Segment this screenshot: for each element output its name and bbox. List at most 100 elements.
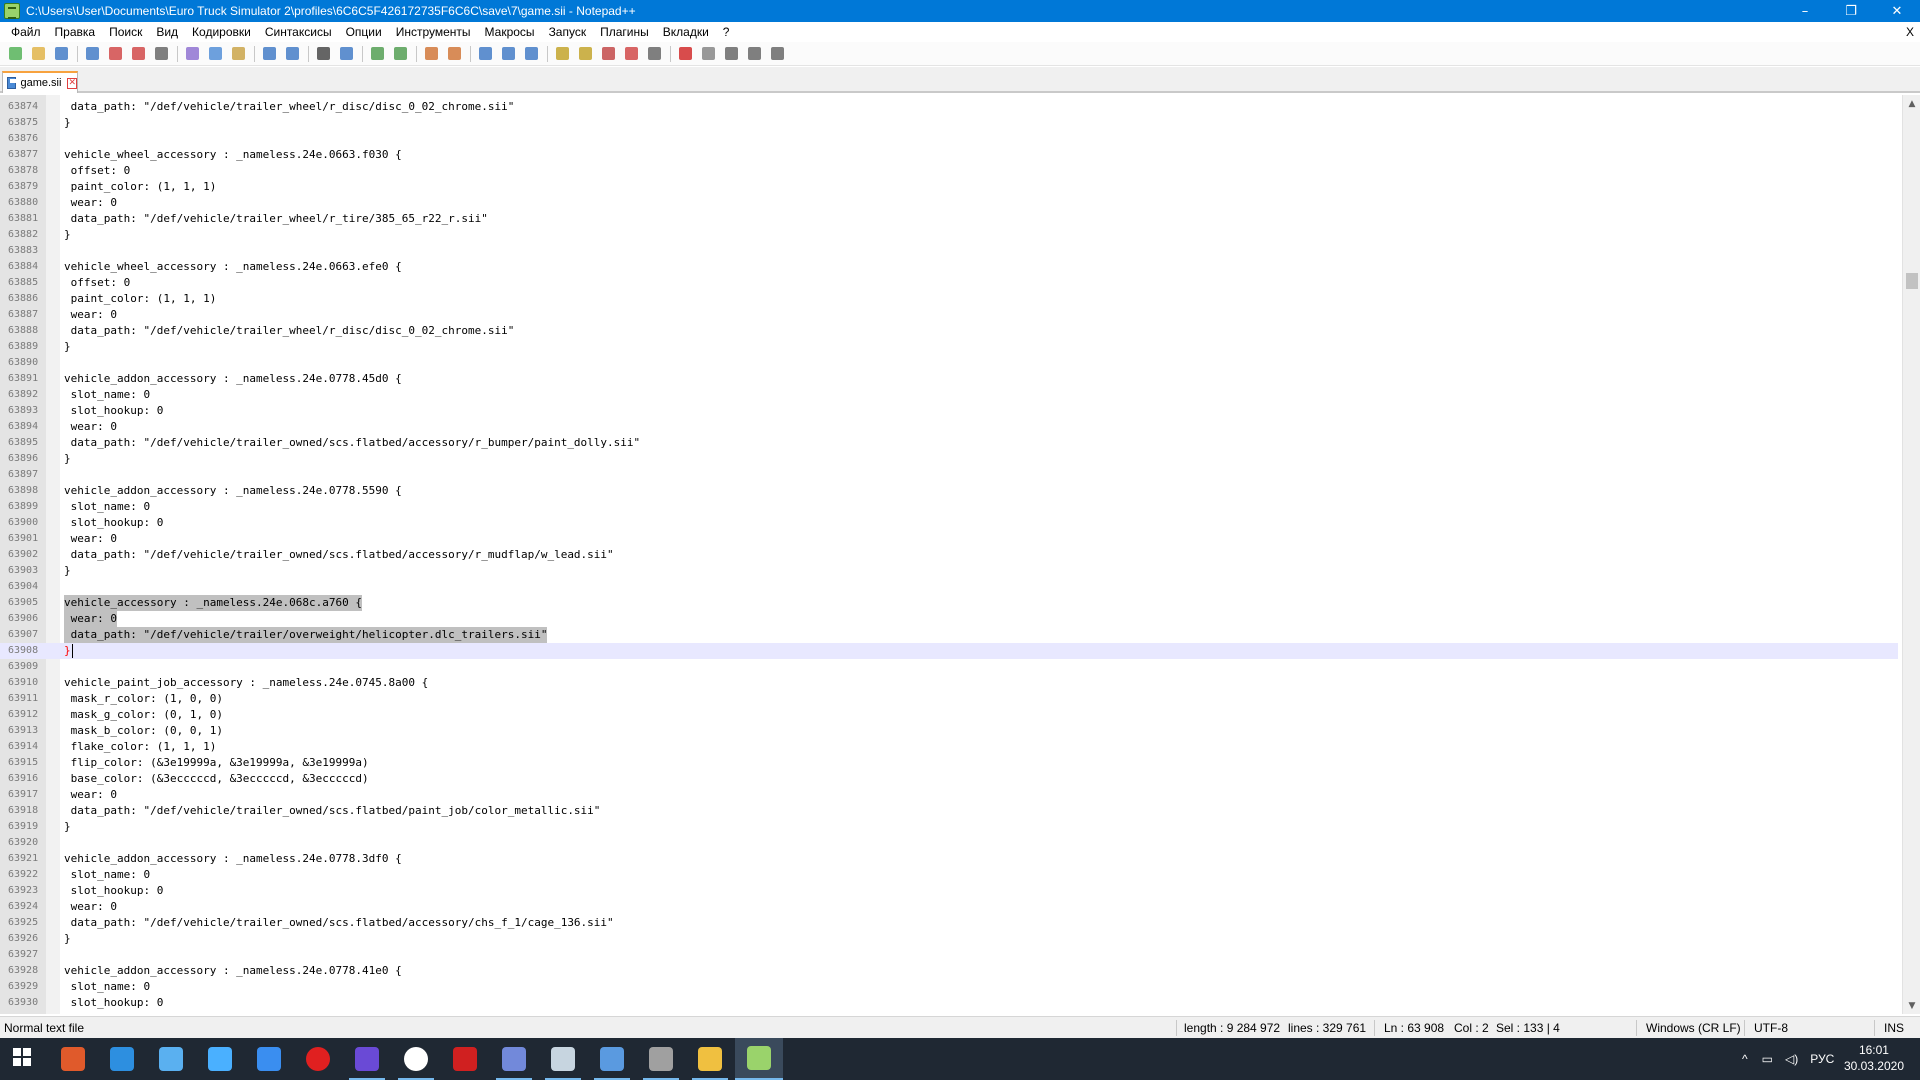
code-line[interactable]: 63927 bbox=[0, 947, 1898, 963]
code-line[interactable]: 63879 paint_color: (1, 1, 1) bbox=[0, 179, 1898, 195]
code-line[interactable]: 63899 slot_name: 0 bbox=[0, 499, 1898, 515]
status-insert-mode[interactable]: INS bbox=[1884, 1017, 1904, 1039]
volume-icon[interactable]: ◁) bbox=[1785, 1052, 1798, 1066]
code-line[interactable]: 63902 data_path: "/def/vehicle/trailer_o… bbox=[0, 547, 1898, 563]
code-line[interactable]: 63909 bbox=[0, 659, 1898, 675]
paste-icon[interactable] bbox=[229, 45, 247, 63]
code-line[interactable]: 63907 data_path: "/def/vehicle/trailer/o… bbox=[0, 627, 1898, 643]
redo-icon[interactable] bbox=[283, 45, 301, 63]
code-line[interactable]: 63912 mask_g_color: (0, 1, 0) bbox=[0, 707, 1898, 723]
open-file-icon[interactable] bbox=[29, 45, 47, 63]
discord-taskbar-button[interactable] bbox=[490, 1038, 538, 1080]
network-icon[interactable]: ▭ bbox=[1762, 1052, 1773, 1066]
code-line[interactable]: 63918 data_path: "/def/vehicle/trailer_o… bbox=[0, 803, 1898, 819]
scroll-down-icon[interactable]: ▼ bbox=[1903, 997, 1920, 1014]
show-all-chars-icon[interactable] bbox=[499, 45, 517, 63]
clock[interactable]: 16:01 30.03.2020 bbox=[1844, 1042, 1904, 1074]
code-line[interactable]: 63894 wear: 0 bbox=[0, 419, 1898, 435]
scroll-thumb[interactable] bbox=[1906, 273, 1918, 290]
stop-macro-icon[interactable] bbox=[699, 45, 717, 63]
notepadpp-taskbar-button[interactable] bbox=[735, 1038, 783, 1080]
menu-language[interactable]: Синтаксисы bbox=[258, 22, 339, 42]
code-line[interactable]: 63874 data_path: "/def/vehicle/trailer_w… bbox=[0, 99, 1898, 115]
truck-app-taskbar-button[interactable] bbox=[588, 1038, 636, 1080]
code-line[interactable]: 63906 wear: 0 bbox=[0, 611, 1898, 627]
code-line[interactable]: 63890 bbox=[0, 355, 1898, 371]
undo-icon[interactable] bbox=[260, 45, 278, 63]
sync-horizontal-icon[interactable] bbox=[445, 45, 463, 63]
scroll-up-icon[interactable]: ▲ bbox=[1903, 95, 1920, 112]
save-all-icon[interactable] bbox=[83, 45, 101, 63]
code-lines[interactable]: 63874 data_path: "/def/vehicle/trailer_w… bbox=[0, 99, 1898, 1011]
save-icon[interactable] bbox=[52, 45, 70, 63]
menu-file[interactable]: Файл bbox=[4, 22, 48, 42]
code-line[interactable]: 63930 slot_hookup: 0 bbox=[0, 995, 1898, 1011]
replace-icon[interactable] bbox=[337, 45, 355, 63]
print-icon[interactable] bbox=[152, 45, 170, 63]
code-line[interactable]: 63914 flake_color: (1, 1, 1) bbox=[0, 739, 1898, 755]
minimize-button[interactable]: – bbox=[1782, 0, 1828, 22]
code-line[interactable]: 63882} bbox=[0, 227, 1898, 243]
code-line[interactable]: 63881 data_path: "/def/vehicle/trailer_w… bbox=[0, 211, 1898, 227]
menu-edit[interactable]: Правка bbox=[48, 22, 103, 42]
find-icon[interactable] bbox=[314, 45, 332, 63]
code-line[interactable]: 63922 slot_name: 0 bbox=[0, 867, 1898, 883]
floppy-app-taskbar-button[interactable] bbox=[343, 1038, 391, 1080]
menu-tools[interactable]: Инструменты bbox=[389, 22, 478, 42]
status-encoding[interactable]: UTF-8 bbox=[1754, 1017, 1788, 1039]
indent-guide-icon[interactable] bbox=[522, 45, 540, 63]
play-macro-icon[interactable] bbox=[722, 45, 740, 63]
code-line[interactable]: 63904 bbox=[0, 579, 1898, 595]
code-line[interactable]: 63919} bbox=[0, 819, 1898, 835]
status-eol[interactable]: Windows (CR LF) bbox=[1646, 1017, 1741, 1039]
menu-settings[interactable]: Опции bbox=[339, 22, 389, 42]
tray-chevron-icon[interactable]: ^ bbox=[1742, 1052, 1748, 1066]
steam-taskbar-button[interactable] bbox=[539, 1038, 587, 1080]
code-line[interactable]: 63877 vehicle_wheel_accessory : _nameless… bbox=[0, 147, 1898, 163]
code-line[interactable]: 63924 wear: 0 bbox=[0, 899, 1898, 915]
code-line[interactable]: 63898 vehicle_addon_accessory : _nameless… bbox=[0, 483, 1898, 499]
close-all-icon[interactable] bbox=[129, 45, 147, 63]
menu-window[interactable]: Вкладки bbox=[656, 22, 716, 42]
code-line[interactable]: 63916 base_color: (&3ecccccd, &3ecccccd,… bbox=[0, 771, 1898, 787]
code-line[interactable]: 63901 wear: 0 bbox=[0, 531, 1898, 547]
code-line[interactable]: 63928 vehicle_addon_accessory : _nameless… bbox=[0, 963, 1898, 979]
code-line[interactable]: 63923 slot_hookup: 0 bbox=[0, 883, 1898, 899]
close-window-button[interactable]: ✕ bbox=[1874, 0, 1920, 22]
zoom-in-icon[interactable] bbox=[368, 45, 386, 63]
code-line[interactable]: 63897 bbox=[0, 467, 1898, 483]
code-line[interactable]: 63875} bbox=[0, 115, 1898, 131]
code-line[interactable]: 63905 vehicle_accessory : _nameless.24e.0… bbox=[0, 595, 1898, 611]
record-macro-icon[interactable] bbox=[676, 45, 694, 63]
menu-search[interactable]: Поиск bbox=[102, 22, 149, 42]
vertical-scrollbar[interactable]: ▲ ▼ bbox=[1902, 95, 1920, 1014]
code-line[interactable]: 63925 data_path: "/def/vehicle/trailer_o… bbox=[0, 915, 1898, 931]
code-line[interactable]: 63910 vehicle_paint_job_accessory : _name… bbox=[0, 675, 1898, 691]
sync-vertical-icon[interactable] bbox=[422, 45, 440, 63]
windows-start-taskbar-button[interactable] bbox=[0, 1038, 48, 1080]
code-line[interactable]: 63883 bbox=[0, 243, 1898, 259]
close-icon[interactable] bbox=[106, 45, 124, 63]
power-app-taskbar-button[interactable] bbox=[49, 1038, 97, 1080]
code-line[interactable]: 63884 vehicle_wheel_accessory : _nameless… bbox=[0, 259, 1898, 275]
zoom-out-icon[interactable] bbox=[391, 45, 409, 63]
code-line[interactable]: 63917 wear: 0 bbox=[0, 787, 1898, 803]
copy-icon[interactable] bbox=[206, 45, 224, 63]
file-explorer-taskbar-button[interactable] bbox=[686, 1038, 734, 1080]
game-app-taskbar-button[interactable] bbox=[637, 1038, 685, 1080]
menu-run[interactable]: Запуск bbox=[542, 22, 594, 42]
save-macro-icon[interactable] bbox=[768, 45, 786, 63]
code-line[interactable]: 63887 wear: 0 bbox=[0, 307, 1898, 323]
tab-game-sii[interactable]: game.sii ✕ bbox=[2, 71, 78, 93]
code-line[interactable]: 63903} bbox=[0, 563, 1898, 579]
monitor-icon[interactable] bbox=[645, 45, 663, 63]
code-line[interactable]: 63895 data_path: "/def/vehicle/trailer_o… bbox=[0, 435, 1898, 451]
code-line[interactable]: 63911 mask_r_color: (1, 0, 0) bbox=[0, 691, 1898, 707]
code-line[interactable]: 63886 paint_color: (1, 1, 1) bbox=[0, 291, 1898, 307]
code-line[interactable]: 63920 bbox=[0, 835, 1898, 851]
remote-app-taskbar-button[interactable] bbox=[245, 1038, 293, 1080]
record-app-taskbar-button[interactable] bbox=[294, 1038, 342, 1080]
code-line[interactable]: 63900 slot_hookup: 0 bbox=[0, 515, 1898, 531]
red-app-taskbar-button[interactable] bbox=[441, 1038, 489, 1080]
code-line[interactable]: 63913 mask_b_color: (0, 0, 1) bbox=[0, 723, 1898, 739]
